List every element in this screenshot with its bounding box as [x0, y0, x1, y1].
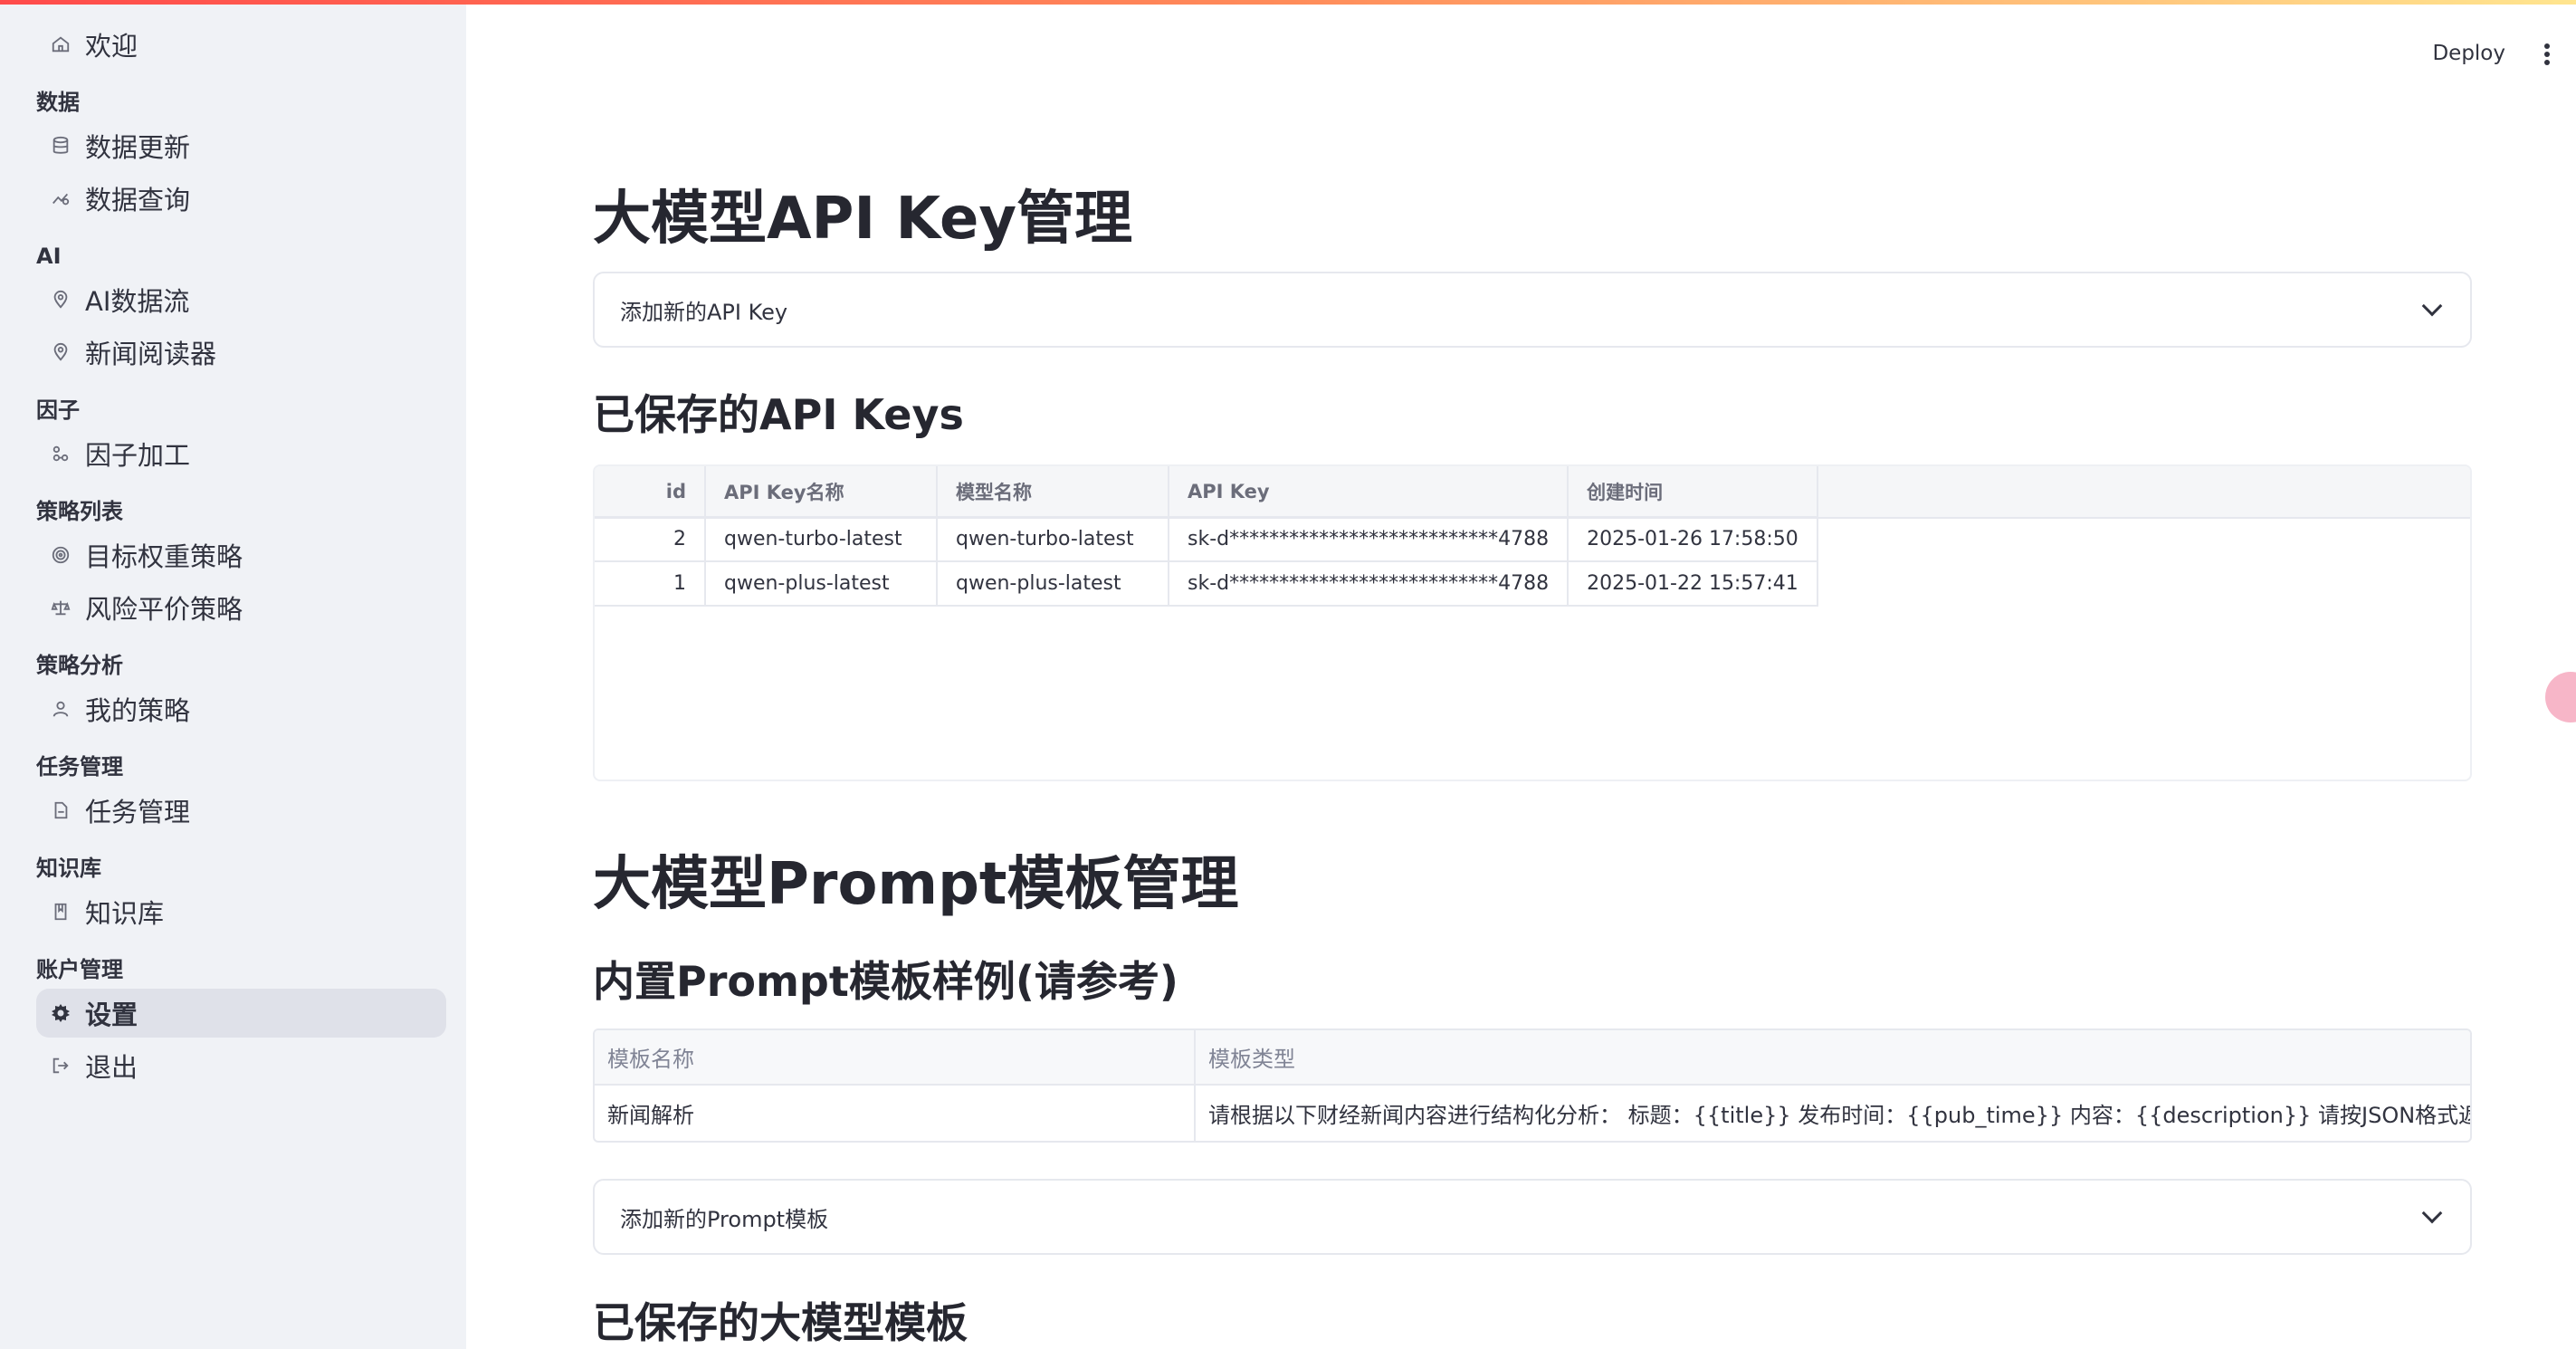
cell-api-key[interactable]: sk-d***************************4788 — [1169, 561, 1569, 607]
sidebar-section-account-management: 账户管理 — [36, 957, 123, 982]
expander-label: 添加新的Prompt模板 — [620, 1206, 829, 1232]
location-pin-icon — [49, 288, 72, 311]
sidebar-item-label: 数据更新 — [85, 132, 191, 163]
top-decoration-stripe — [0, 0, 2576, 5]
sidebar-item-welcome[interactable]: 欢迎 — [36, 20, 446, 69]
sidebar-section-factor: 因子 — [36, 397, 80, 423]
table-row: 新闻解析 请根据以下财经新闻内容进行结构化分析： 标题：{{title}} 发布… — [595, 1085, 2470, 1141]
sidebar-item-label: AI数据流 — [85, 286, 190, 317]
sidebar-item-data-update[interactable]: 数据更新 — [36, 121, 446, 170]
gear-icon — [49, 1001, 72, 1025]
column-header-key-name[interactable]: API Key名称 — [705, 466, 938, 518]
sidebar-section-knowledge-base: 知识库 — [36, 856, 101, 881]
cell-model-name[interactable]: qwen-plus-latest — [937, 561, 1169, 607]
api-keys-table: id API Key名称 模型名称 API Key 创建时间 2 qwen-tu… — [595, 466, 1818, 607]
sidebar-section-strategy-list: 策略列表 — [36, 499, 123, 524]
main-menu-kebab-icon[interactable] — [2538, 40, 2556, 69]
logout-icon — [49, 1054, 72, 1077]
sidebar-item-ai-dataflow[interactable]: AI数据流 — [36, 275, 446, 324]
table-header-row: 模板名称 模板类型 — [595, 1030, 2470, 1086]
add-api-key-expander[interactable]: 添加新的API Key — [593, 272, 2472, 348]
sidebar-section-ai: AI — [36, 244, 62, 269]
target-icon — [49, 543, 72, 567]
sidebar-item-label: 新闻阅读器 — [85, 339, 217, 369]
sidebar-item-risk-parity-strategy[interactable]: 风险平价策略 — [36, 583, 446, 632]
sidebar-item-label: 设置 — [85, 1000, 138, 1030]
column-header-template-name: 模板名称 — [595, 1030, 1196, 1086]
person-icon — [49, 697, 72, 721]
cell-created-time[interactable]: 2025-01-26 17:58:50 — [1568, 517, 1818, 562]
book-icon — [49, 900, 72, 923]
sidebar-item-logout[interactable]: 退出 — [36, 1041, 446, 1090]
sidebar-item-label: 退出 — [85, 1052, 138, 1083]
cell-key-name[interactable]: qwen-turbo-latest — [705, 517, 938, 562]
sidebar-item-settings[interactable]: 设置 — [36, 989, 446, 1038]
table-row[interactable]: 1 qwen-plus-latest qwen-plus-latest sk-d… — [595, 561, 1818, 607]
sidebar-item-label: 任务管理 — [85, 797, 191, 828]
sidebar-item-label: 知识库 — [85, 898, 165, 929]
cell-id[interactable]: 1 — [595, 561, 706, 607]
network-icon — [49, 442, 72, 465]
location-pin-icon — [49, 340, 72, 364]
cell-api-key[interactable]: sk-d***************************4788 — [1169, 517, 1569, 562]
page-title-prompt-template: 大模型Prompt模板管理 — [593, 851, 1239, 918]
column-header-id[interactable]: id — [595, 466, 706, 518]
sidebar-item-label: 我的策略 — [85, 695, 191, 726]
sidebar-item-label: 数据查询 — [85, 185, 191, 215]
sidebar-item-data-query[interactable]: 数据查询 — [36, 174, 446, 223]
sidebar-item-knowledge-base[interactable]: 知识库 — [36, 887, 446, 936]
database-icon — [49, 134, 72, 158]
table-row[interactable]: 2 qwen-turbo-latest qwen-turbo-latest sk… — [595, 517, 1818, 562]
expander-label: 添加新的API Key — [620, 299, 788, 325]
chevron-down-icon — [2421, 295, 2443, 317]
table-header-row: id API Key名称 模型名称 API Key 创建时间 — [595, 466, 1818, 518]
sidebar-section-task-management: 任务管理 — [36, 754, 123, 780]
sidebar-item-label: 因子加工 — [85, 440, 191, 471]
sidebar: 欢迎 数据 数据更新 数据查询 AI AI数据流 新闻阅读器 因子 因子加工 策… — [0, 0, 466, 1349]
page-title-api-key: 大模型API Key管理 — [593, 186, 1133, 253]
saved-api-keys-heading: 已保存的API Keys — [593, 390, 964, 439]
cell-id[interactable]: 2 — [595, 517, 706, 562]
cell-key-name[interactable]: qwen-plus-latest — [705, 561, 938, 607]
builtin-prompt-heading: 内置Prompt模板样例(请参考) — [593, 957, 1178, 1006]
sidebar-item-label: 目标权重策略 — [85, 541, 243, 572]
home-icon — [49, 33, 72, 56]
floating-assistant-tab[interactable] — [2545, 672, 2576, 722]
sidebar-item-news-reader[interactable]: 新闻阅读器 — [36, 328, 446, 377]
chevron-down-icon — [2421, 1202, 2443, 1224]
column-header-template-type: 模板类型 — [1195, 1030, 2470, 1086]
add-prompt-template-expander[interactable]: 添加新的Prompt模板 — [593, 1179, 2472, 1255]
main-content: 大模型API Key管理 添加新的API Key 已保存的API Keys id… — [593, 0, 2472, 1349]
cell-created-time[interactable]: 2025-01-22 15:57:41 — [1568, 561, 1818, 607]
sidebar-section-strategy-analysis: 策略分析 — [36, 653, 123, 678]
cell-model-name[interactable]: qwen-turbo-latest — [937, 517, 1169, 562]
sidebar-item-label: 欢迎 — [85, 31, 138, 62]
sidebar-item-factor-processing[interactable]: 因子加工 — [36, 429, 446, 478]
cell-template-content: 请根据以下财经新闻内容进行结构化分析： 标题：{{title}} 发布时间：{{… — [1208, 1103, 2470, 1128]
sidebar-item-target-weight-strategy[interactable]: 目标权重策略 — [36, 531, 446, 579]
sidebar-item-label: 风险平价策略 — [85, 594, 243, 625]
cell-template-name: 新闻解析 — [595, 1085, 1196, 1141]
scale-icon — [49, 596, 72, 619]
builtin-prompt-table: 模板名称 模板类型 新闻解析 请根据以下财经新闻内容进行结构化分析： 标题：{{… — [593, 1028, 2472, 1143]
query-chart-icon — [49, 187, 72, 210]
sidebar-item-task-management[interactable]: 任务管理 — [36, 786, 446, 835]
column-header-created-time[interactable]: 创建时间 — [1568, 466, 1818, 518]
document-icon — [49, 799, 72, 822]
api-keys-data-grid[interactable]: id API Key名称 模型名称 API Key 创建时间 2 qwen-tu… — [593, 464, 2472, 781]
sidebar-item-my-strategy[interactable]: 我的策略 — [36, 684, 446, 733]
saved-templates-heading: 已保存的大模型模板 — [593, 1298, 968, 1347]
sidebar-section-data: 数据 — [36, 90, 80, 115]
column-header-model-name[interactable]: 模型名称 — [937, 466, 1169, 518]
column-header-api-key[interactable]: API Key — [1169, 466, 1569, 518]
